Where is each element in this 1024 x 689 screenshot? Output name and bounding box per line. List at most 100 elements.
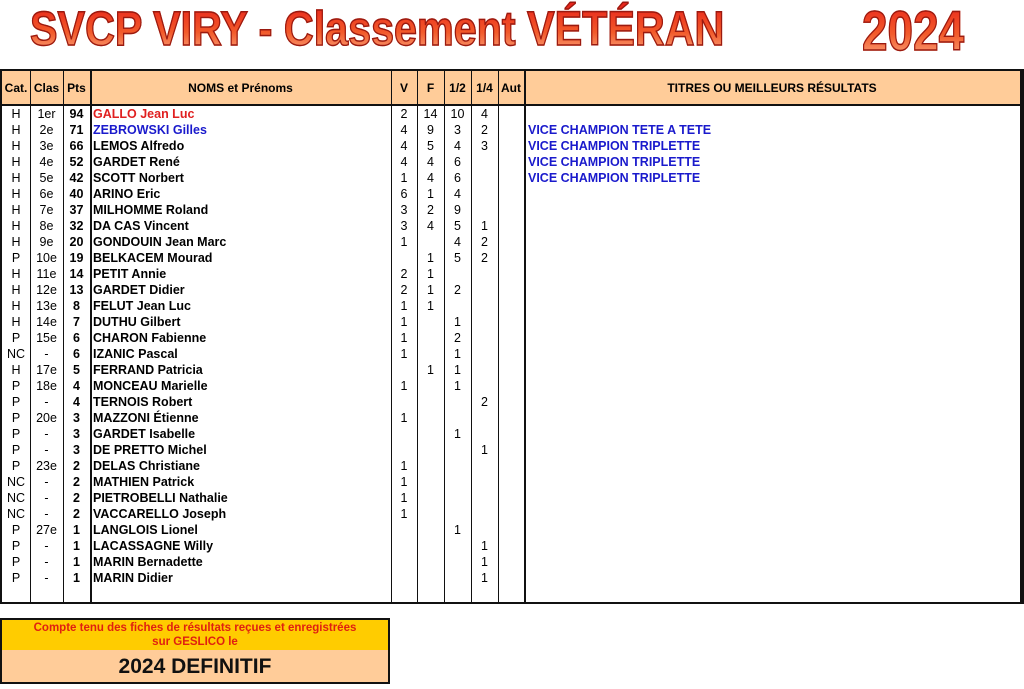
cell-cat: H [11, 139, 21, 153]
cell-aut [498, 458, 524, 474]
cell-pts: 1 [73, 571, 80, 585]
cell-clas: 17e [36, 363, 57, 377]
cell-half: 6 [454, 155, 461, 169]
cell-name: PIETROBELLI Nathalie [93, 491, 228, 505]
cell-half [444, 410, 471, 426]
cell-pts: 6 [73, 347, 80, 361]
cell-half [444, 506, 471, 522]
cell-quarter [471, 266, 498, 282]
cell-clas: 4e [39, 155, 54, 169]
cell-v: 1 [400, 347, 408, 361]
table-row: P 27e 1 LANGLOIS Lionel 1 [2, 522, 1020, 538]
cell-cat: P [11, 379, 21, 393]
cell-aut [498, 106, 524, 122]
cell-f [417, 394, 444, 410]
cell-titre [524, 378, 1020, 394]
cell-clas: 20e [36, 411, 57, 425]
cell-quarter [471, 282, 498, 298]
cell-pts: 3 [73, 411, 80, 425]
cell-pts: 2 [73, 491, 80, 505]
cell-v: 1 [400, 475, 408, 489]
cell-pts: 42 [69, 171, 84, 185]
cell-cat: NC [6, 507, 26, 521]
cell-half [444, 458, 471, 474]
cell-v: 1 [400, 331, 408, 345]
cell-aut [498, 490, 524, 506]
cell-name: ZEBROWSKI Gilles [93, 123, 207, 137]
cell-name: GARDET René [93, 155, 180, 169]
header-clas: Clas [33, 81, 60, 95]
cell-quarter [471, 298, 498, 314]
cell-aut [498, 362, 524, 378]
cell-cat: P [11, 411, 21, 425]
cell-cat: P [11, 571, 21, 585]
cell-name: BELKACEM Mourad [93, 251, 213, 265]
cell-aut [498, 522, 524, 538]
cell-half [444, 474, 471, 490]
cell-quarter [471, 410, 498, 426]
cell-v: 6 [400, 187, 408, 201]
table-row: NC - 2 VACCARELLO Joseph 1 [2, 506, 1020, 522]
cell-cat: P [11, 539, 21, 553]
cell-clas: 1er [37, 107, 56, 121]
cell-titre: VICE CHAMPION TRIPLETTE [528, 155, 701, 169]
cell-f: 4 [427, 155, 434, 169]
cell-titre: VICE CHAMPION TRIPLETTE [528, 139, 701, 153]
cell-name: DE PRETTO Michel [93, 443, 207, 457]
table-row: H 5e 42 SCOTT Norbert 1 4 6 VICE CHAMPION TRIPL… [2, 170, 1020, 186]
table-row: P 10e 19 BELKACEM Mourad 1 5 2 [2, 250, 1020, 266]
cell-pts: 19 [69, 251, 84, 265]
cell-quarter [471, 522, 498, 538]
cell-titre [524, 362, 1020, 378]
cell-clas: 6e [39, 187, 54, 201]
cell-titre: VICE CHAMPION TETE A TETE [528, 123, 712, 137]
status-box: Compte tenu des fiches de résultats reçu… [0, 618, 390, 684]
cell-name: DUTHU Gilbert [93, 315, 181, 329]
cell-titre [524, 458, 1020, 474]
cell-v: 1 [400, 459, 408, 473]
cell-v: 1 [400, 379, 408, 393]
cell-name: PETIT Annie [93, 267, 167, 281]
cell-aut [498, 266, 524, 282]
cell-quarter [471, 186, 498, 202]
status-value: 2024 DEFINITIF [2, 650, 388, 682]
cell-aut [498, 186, 524, 202]
cell-v: 1 [400, 491, 408, 505]
table-row: H 14e 7 DUTHU Gilbert 1 1 [2, 314, 1020, 330]
cell-v: 1 [400, 507, 408, 521]
cell-half: 3 [454, 123, 461, 137]
cell-aut [498, 250, 524, 266]
cell-titre: VICE CHAMPION TRIPLETTE [528, 171, 701, 185]
cell-aut [498, 410, 524, 426]
cell-half: 1 [454, 523, 461, 537]
cell-pts: 3 [73, 427, 80, 441]
cell-f [417, 378, 444, 394]
cell-quarter [471, 202, 498, 218]
cell-aut [498, 554, 524, 570]
cell-cat: H [11, 203, 21, 217]
cell-name: MARIN Bernadette [93, 555, 203, 569]
cell-f: 1 [427, 187, 434, 201]
cell-quarter [471, 378, 498, 394]
cell-titre [524, 106, 1020, 122]
cell-name: MARIN Didier [93, 571, 173, 585]
cell-titre [524, 506, 1020, 522]
cell-aut [498, 314, 524, 330]
header-cat: Cat. [4, 81, 28, 95]
table-row: P - 3 GARDET Isabelle 1 [2, 426, 1020, 442]
cell-titre [524, 186, 1020, 202]
cell-cat: P [11, 555, 21, 569]
cell-clas: - [44, 507, 49, 521]
cell-aut [498, 154, 524, 170]
cell-cat: H [11, 315, 21, 329]
header-titres: TITRES OU MEILLEURS RÉSULTATS [667, 81, 877, 95]
cell-quarter: 1 [481, 219, 488, 233]
cell-f: 1 [427, 251, 434, 265]
ranking-table: Cat. Clas Pts NOMS et Prénoms V F 1/2 1/… [0, 69, 1024, 604]
header-pts: Pts [67, 81, 86, 95]
cell-titre [524, 346, 1020, 362]
cell-pts: 14 [69, 267, 84, 281]
cell-pts: 94 [69, 107, 84, 121]
cell-name: FELUT Jean Luc [93, 299, 191, 313]
cell-v [391, 250, 417, 266]
